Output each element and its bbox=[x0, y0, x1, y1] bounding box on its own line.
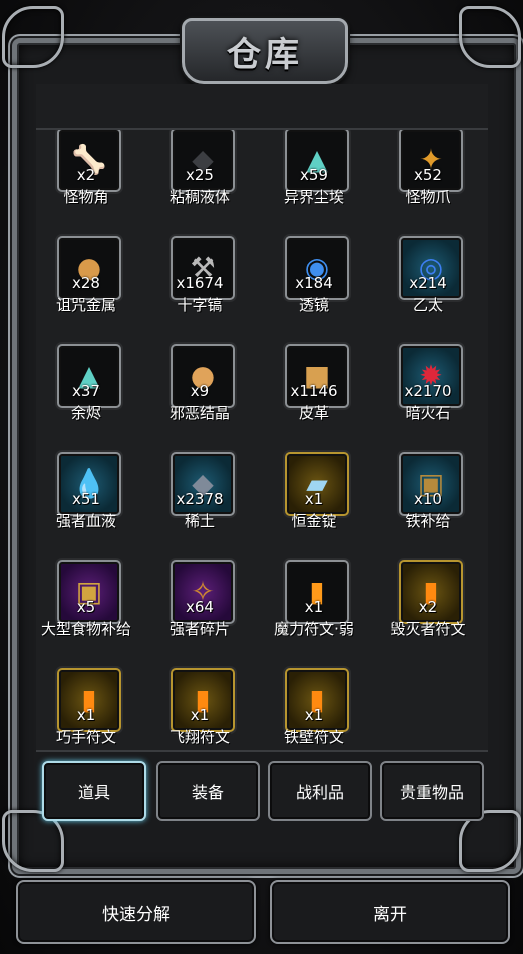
quick-disassemble-label: 快速分解 bbox=[102, 904, 170, 925]
tab-label: 装备 bbox=[191, 783, 224, 802]
item-slot[interactable]: ✦ x52 怪物爪 bbox=[378, 130, 478, 228]
item-name: 怪物爪 bbox=[405, 188, 451, 206]
item-name: 怪物角 bbox=[63, 188, 109, 206]
item-quantity: x2170 bbox=[404, 382, 452, 400]
item-slot[interactable]: ● x28 诅咒金属 bbox=[36, 236, 136, 336]
panel-header-bar bbox=[36, 84, 488, 130]
item-quantity: x64 bbox=[186, 598, 214, 616]
item-quantity: x1 bbox=[304, 490, 324, 508]
item-slot[interactable]: ◉ x184 透镜 bbox=[264, 236, 364, 336]
tab-label: 道具 bbox=[77, 783, 110, 802]
item-grid[interactable]: 🦴 x2 怪物角 ◆ x25 粘稠液体 ▲ x59 异界尘埃 ✦ x52 怪物爪 ● x28 诅咒金属 ⚒ x1… bbox=[36, 130, 488, 752]
item-name: 铁补给 bbox=[405, 512, 451, 530]
item-quantity: x184 bbox=[295, 274, 333, 292]
item-slot[interactable]: ⚒ x1674 十字镐 bbox=[150, 236, 250, 336]
item-name: 大型食物补给 bbox=[40, 620, 131, 638]
title-plate: 仓库 bbox=[182, 18, 348, 84]
item-quantity: x25 bbox=[186, 166, 214, 184]
item-slot[interactable]: ▮ x1 飞翔符文 bbox=[150, 668, 250, 750]
item-slot[interactable]: ◎ x214 乙太 bbox=[378, 236, 478, 336]
item-slot[interactable]: ◆ x25 粘稠液体 bbox=[150, 130, 250, 228]
ornament-corner bbox=[2, 6, 64, 68]
item-name: 乙太 bbox=[412, 296, 443, 314]
item-name: 暗火石 bbox=[405, 404, 451, 422]
item-quantity: x1 bbox=[304, 598, 324, 616]
item-quantity: x37 bbox=[72, 382, 100, 400]
page-title: 仓库 bbox=[227, 34, 303, 75]
item-slot[interactable]: ▰ x1 恒金锭 bbox=[264, 452, 364, 552]
item-slot[interactable]: ▮ x1 魔力符文·弱 bbox=[264, 560, 364, 660]
item-name: 邪恶结晶 bbox=[169, 404, 230, 422]
item-slot[interactable]: ✹ x2170 暗火石 bbox=[378, 344, 478, 444]
item-quantity: x52 bbox=[414, 166, 442, 184]
item-slot[interactable]: ▮ x2 毁灭者符文 bbox=[378, 560, 478, 660]
item-quantity: x59 bbox=[300, 166, 328, 184]
tab-label: 战利品 bbox=[295, 783, 344, 802]
tab-1[interactable]: 装备 bbox=[156, 761, 260, 821]
item-name: 皮革 bbox=[298, 404, 329, 422]
item-slot[interactable]: ▮ x1 巧手符文 bbox=[36, 668, 136, 750]
item-slot[interactable]: ▣ x10 铁补给 bbox=[378, 452, 478, 552]
item-quantity: x214 bbox=[409, 274, 447, 292]
item-quantity: x5 bbox=[76, 598, 96, 616]
item-quantity: x28 bbox=[72, 274, 100, 292]
item-slot[interactable]: ▲ x59 异界尘埃 bbox=[264, 130, 364, 228]
item-slot[interactable]: ▲ x37 余烬 bbox=[36, 344, 136, 444]
item-slot[interactable]: ▮ x1 铁壁符文 bbox=[264, 668, 364, 750]
item-name: 魔力符文·弱 bbox=[274, 620, 354, 638]
item-name: 十字镐 bbox=[177, 296, 223, 314]
item-quantity: x1 bbox=[190, 706, 210, 724]
item-name: 强者碎片 bbox=[169, 620, 230, 638]
item-slot[interactable]: ◆ x2378 稀土 bbox=[150, 452, 250, 552]
item-slot[interactable]: 🦴 x2 怪物角 bbox=[36, 130, 136, 228]
item-quantity: x2 bbox=[76, 166, 96, 184]
item-name: 恒金锭 bbox=[291, 512, 337, 530]
item-name: 粘稠液体 bbox=[169, 188, 230, 206]
item-slot[interactable]: ■ x1146 皮革 bbox=[264, 344, 364, 444]
item-quantity: x2 bbox=[418, 598, 438, 616]
item-slot[interactable]: ▣ x5 大型食物补给 bbox=[36, 560, 136, 660]
tab-0[interactable]: 道具 bbox=[42, 761, 146, 821]
tab-label: 贵重物品 bbox=[399, 783, 464, 802]
item-name: 强者血液 bbox=[55, 512, 116, 530]
item-quantity: x1 bbox=[304, 706, 324, 724]
quick-disassemble-button[interactable]: 快速分解 bbox=[16, 880, 256, 944]
leave-label: 离开 bbox=[373, 904, 407, 925]
leave-button[interactable]: 离开 bbox=[270, 880, 510, 944]
item-name: 余烬 bbox=[70, 404, 101, 422]
tab-2[interactable]: 战利品 bbox=[268, 761, 372, 821]
ornament-corner bbox=[459, 6, 521, 68]
item-quantity: x1 bbox=[76, 706, 96, 724]
item-slot[interactable]: 💧 x51 强者血液 bbox=[36, 452, 136, 552]
item-quantity: x9 bbox=[190, 382, 210, 400]
item-name: 毁灭者符文 bbox=[390, 620, 466, 638]
item-slot[interactable]: ✧ x64 强者碎片 bbox=[150, 560, 250, 660]
item-name: 巧手符文 bbox=[55, 728, 116, 746]
item-quantity: x1674 bbox=[176, 274, 224, 292]
tab-3[interactable]: 贵重物品 bbox=[380, 761, 484, 821]
item-name: 诅咒金属 bbox=[55, 296, 116, 314]
item-name: 透镜 bbox=[298, 296, 329, 314]
category-tabs: 道具 装备 战利品 贵重物品 bbox=[40, 761, 486, 821]
item-name: 铁壁符文 bbox=[283, 728, 344, 746]
item-slot[interactable]: ● x9 邪恶结晶 bbox=[150, 344, 250, 444]
item-quantity: x51 bbox=[72, 490, 100, 508]
item-name: 飞翔符文 bbox=[169, 728, 230, 746]
item-quantity: x1146 bbox=[290, 382, 338, 400]
item-quantity: x10 bbox=[414, 490, 442, 508]
item-name: 异界尘埃 bbox=[283, 188, 344, 206]
item-name: 稀土 bbox=[184, 512, 215, 530]
item-quantity: x2378 bbox=[176, 490, 224, 508]
